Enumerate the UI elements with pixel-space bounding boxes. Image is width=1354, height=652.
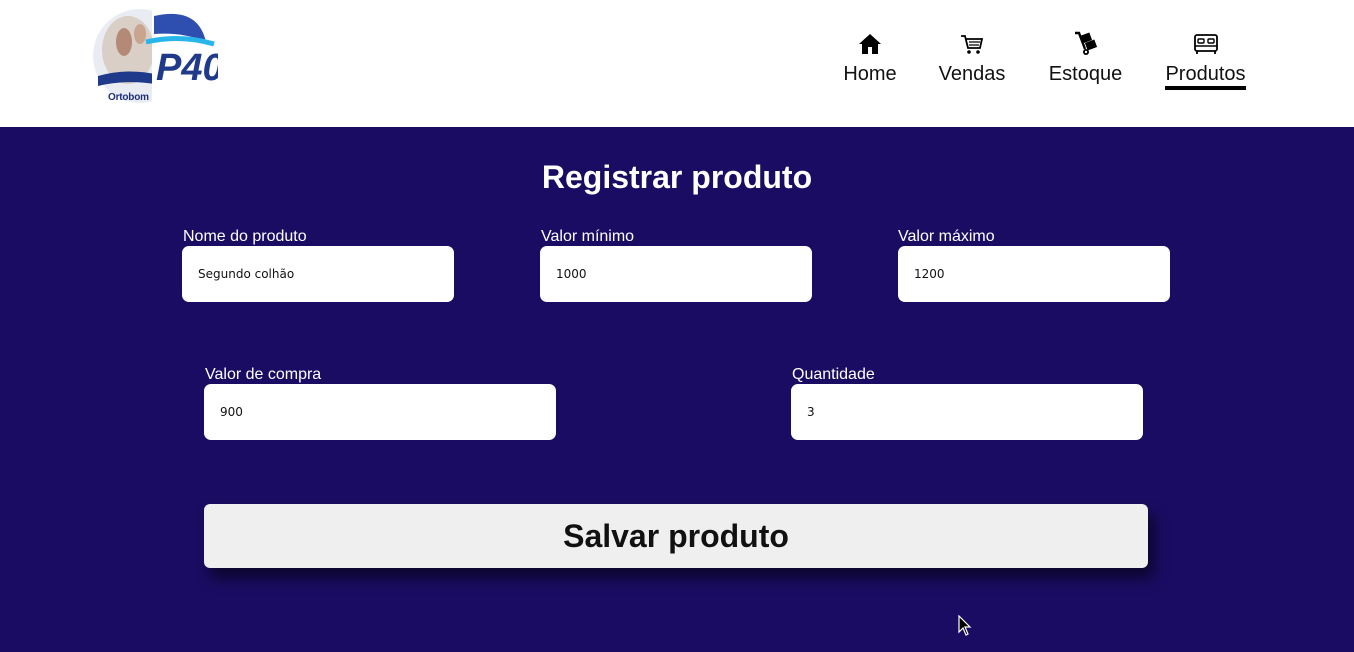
logo-brand-text: Ortobom: [108, 92, 149, 103]
valor-maximo-label: Valor máximo: [898, 228, 995, 245]
valor-compra-label: Valor de compra: [205, 366, 322, 383]
nav-estoque-label: Estoque: [1048, 63, 1123, 85]
bed-icon: [1193, 32, 1219, 56]
home-icon: [857, 32, 883, 56]
nome-produto-input[interactable]: [182, 246, 454, 302]
valor-minimo-input[interactable]: [540, 246, 812, 302]
mouse-cursor-icon: [958, 615, 972, 636]
logo-badge-text: P40: [156, 47, 218, 89]
nav-estoque[interactable]: Estoque: [1047, 31, 1124, 94]
quantidade-label: Quantidade: [792, 366, 875, 383]
hand-truck-icon: [1073, 31, 1099, 56]
nav-vendas-label: Vendas: [938, 63, 1006, 85]
valor-minimo-label: Valor mínimo: [541, 228, 635, 245]
quantidade-input[interactable]: [791, 384, 1143, 440]
nome-produto-label: Nome do produto: [183, 228, 307, 245]
nav-home[interactable]: Home: [842, 32, 898, 94]
nav-vendas[interactable]: Vendas: [937, 32, 1007, 94]
nav-produtos[interactable]: Produtos: [1164, 32, 1247, 94]
nav-produtos-label: Produtos: [1165, 62, 1246, 90]
top-header: P40 Ortobom Home Vendas Estoque Produtos: [0, 0, 1354, 127]
nav-home-label: Home: [843, 63, 897, 85]
valor-compra-input[interactable]: [204, 384, 556, 440]
save-product-button[interactable]: Salvar produto: [204, 504, 1148, 568]
valor-maximo-input[interactable]: [898, 246, 1170, 302]
page-title: Registrar produto: [541, 159, 813, 195]
cart-icon: [959, 32, 985, 56]
